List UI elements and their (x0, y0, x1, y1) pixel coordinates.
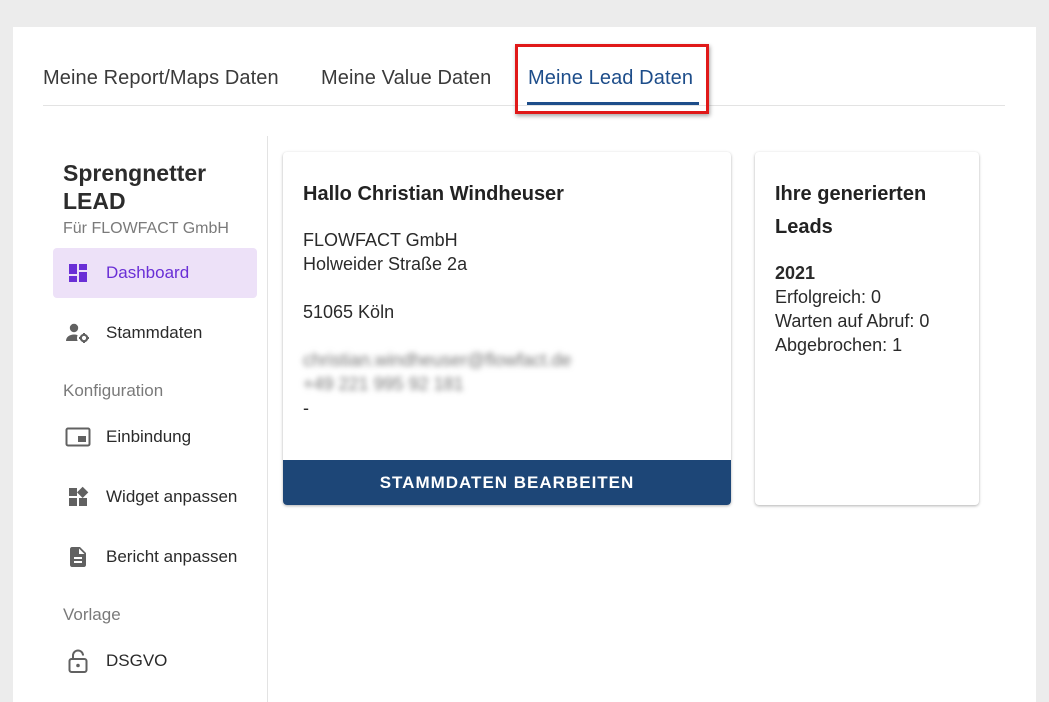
leads-year: 2021 (775, 263, 816, 283)
sidebar-item-dsgvo[interactable]: DSGVO (53, 636, 257, 686)
sidebar-item-label: Dashboard (106, 263, 190, 282)
sidebar-item-stammdaten[interactable]: Stammdaten (53, 308, 257, 358)
greeting: Hallo Christian Windheuser (303, 183, 564, 205)
sidebar-item-label: Widget anpassen (106, 487, 238, 506)
phone-number: +49 221 995 92 181 (303, 374, 464, 394)
active-tab-indicator (527, 102, 699, 105)
leads-card: Ihre generierten Leads 2021 Erfolgreich:… (755, 152, 979, 505)
tab-report-maps[interactable]: Meine Report/Maps Daten (43, 67, 279, 90)
sidebar-item-einbindung[interactable]: Einbindung (53, 412, 257, 462)
sidebar-item-label: DSGVO (106, 651, 168, 670)
profile-card: Hallo Christian Windheuser FLOWFACT GmbH… (283, 152, 731, 505)
edit-master-data-button[interactable]: STAMMDATEN BEARBEITEN (283, 460, 731, 505)
company-name: FLOWFACT GmbH (303, 230, 458, 250)
user-settings-icon (65, 321, 91, 345)
sidebar-item-label: Einbindung (106, 427, 192, 446)
leads-cancelled: Abgebrochen: 1 (775, 335, 903, 355)
section-label-konfiguration: Konfiguration (63, 381, 164, 400)
widgets-icon (65, 485, 91, 509)
tab-lead[interactable]: Meine Lead Daten (528, 67, 693, 90)
document-icon (65, 545, 91, 569)
extra-field: - (303, 398, 309, 418)
brand-title: Sprengnetter LEAD (63, 160, 207, 214)
street-address: Holweider Straße 2a (303, 254, 468, 274)
leads-title: Ihre generierten Leads (775, 183, 927, 238)
city-address: 51065 Köln (303, 302, 395, 322)
section-label-vorlage: Vorlage (63, 605, 121, 624)
main-panel: Meine Report/Maps Daten Meine Value Date… (13, 27, 1036, 702)
sidebar-item-label: Bericht anpassen (106, 547, 238, 566)
tab-value[interactable]: Meine Value Daten (321, 67, 491, 90)
sidebar-item-bericht-anpassen[interactable]: Bericht anpassen (53, 532, 257, 582)
sidebar-item-dashboard[interactable]: Dashboard (53, 248, 257, 298)
lock-icon (65, 649, 91, 673)
dashboard-icon (65, 261, 91, 285)
leads-waiting: Warten auf Abruf: 0 (775, 311, 930, 331)
sidebar-item-label: Stammdaten (106, 323, 203, 342)
embed-icon (65, 425, 91, 449)
brand-subtitle: Für FLOWFACT GmbH (63, 220, 229, 237)
sidebar-item-widget-anpassen[interactable]: Widget anpassen (53, 472, 257, 522)
tab-bar: Meine Report/Maps Daten Meine Value Date… (43, 27, 1005, 106)
sidebar: Sprengnetter LEAD Für FLOWFACT GmbH Dash… (43, 136, 268, 702)
leads-successful: Erfolgreich: 0 (775, 287, 882, 307)
email-address: christian.windheuser@flowfact.de (303, 350, 572, 370)
